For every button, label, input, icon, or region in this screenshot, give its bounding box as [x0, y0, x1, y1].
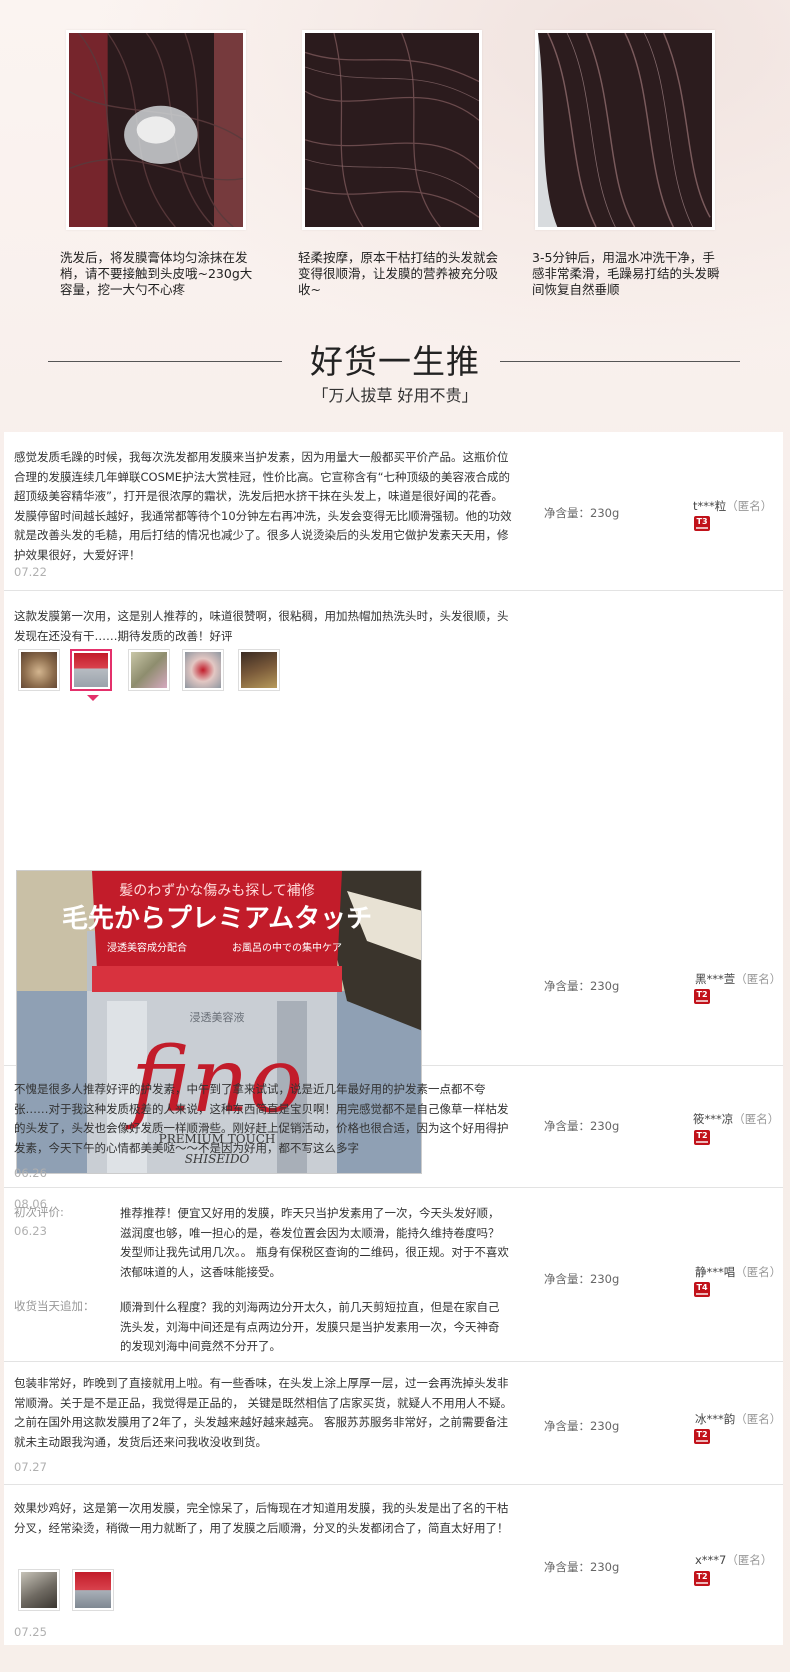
jar-top-text: 髪のわずかな傷みも探して補修	[119, 883, 315, 899]
review-spec: 净含量：230g	[544, 1560, 620, 1574]
first-review-label: 初次评价:	[14, 1205, 64, 1219]
review-spec: 净含量：230g	[544, 979, 620, 993]
reviewer-name: x***7（匿名）	[695, 1552, 772, 1568]
review-text: 包装非常好，昨晚到了直接就用上啦。有一些香味，在头发上涂上厚厚一层，过一会再洗掉…	[14, 1376, 513, 1449]
review-date: 07.22	[14, 565, 47, 579]
hair-with-cream-image	[69, 33, 243, 227]
jar-subline: 浸透美容成分配合	[107, 941, 187, 954]
review-list: 感觉发质毛躁的时候，我每次洗发都用发膜来当护发素，因为用量大一般都买平价产品。这…	[4, 432, 783, 1645]
review-item: 初次评价: 06.23 推荐推荐！便宜又好用的发膜，昨天只当护发素用了一次，今天…	[4, 1188, 783, 1362]
reviewer-nick: t***粒	[693, 499, 727, 513]
title-divider-right	[500, 361, 740, 362]
review-spec: 净含量：230g	[544, 1419, 620, 1433]
member-level-badge: T2	[694, 1130, 710, 1145]
review-date: 07.25	[14, 1625, 47, 1639]
review-item: 不愧是很多人推荐好评的护发素，中午到了拿来试试，说是近几年最好用的护发素一点都不…	[4, 1066, 783, 1188]
review-text: 效果炒鸡好，这是第一次用发膜，完全惊呆了，后悔现在才知道用发膜，我的头发是出了名…	[14, 1501, 509, 1535]
reviewer-name: 冰***韵（匿名）	[695, 1411, 781, 1427]
step3-text: 3-5分钟后，用温水冲洗干净，手感非常柔滑，毛躁易打结的头发瞬间恢复自然垂顺	[532, 250, 720, 297]
reviewer-name: 黑***萱（匿名）	[695, 971, 781, 987]
review-item: 包装非常好，昨晚到了直接就用上啦。有一些香味，在头发上涂上厚厚一层，过一会再洗掉…	[4, 1362, 783, 1485]
review-text: 不愧是很多人推荐好评的护发素，中午到了拿来试试，说是近几年最好用的护发素一点都不…	[14, 1082, 509, 1155]
review-photo-thumb[interactable]	[182, 649, 224, 691]
section-title: 好货一生推	[310, 342, 480, 381]
step2-image	[302, 30, 482, 230]
reviewer-name: 静***唱（匿名）	[695, 1264, 781, 1280]
jar-headline: 毛先からプレミアムタッチ	[62, 904, 372, 934]
review-photo-thumb-selected[interactable]	[70, 649, 112, 691]
anonymous-label: （匿名）	[735, 1265, 782, 1279]
review-date: 06.23	[14, 1224, 47, 1238]
member-level-badge: T4	[694, 1282, 710, 1297]
review-item: 这款发膜第一次用，这是别人推荐的，味道很赞啊，很粘稠，用加热帽加热洗头时，头发很…	[4, 591, 783, 1211]
member-level-badge: T3	[694, 516, 710, 531]
review-spec: 净含量：230g	[544, 1272, 620, 1286]
reviewer-nick: 静***唱	[695, 1265, 736, 1279]
anonymous-label: （匿名）	[726, 499, 773, 513]
reviewer-name: t***粒（匿名）	[693, 498, 772, 514]
review-date: 06.26	[14, 1166, 47, 1180]
review-date: 07.27	[14, 1460, 47, 1474]
review-photo-thumb[interactable]	[238, 649, 280, 691]
member-level-badge: T2	[694, 1429, 710, 1444]
review-text: 感觉发质毛躁的时候，我每次洗发都用发膜来当护发素，因为用量大一般都买平价产品。这…	[14, 450, 512, 562]
review-text: 推荐推荐！便宜又好用的发膜，昨天只当护发素用了一次，今天头发好顺，滋润度也够，唯…	[120, 1206, 509, 1279]
jar-subline-right: お風呂の中での集中ケア	[232, 941, 342, 954]
review-item: 效果炒鸡好，这是第一次用发膜，完全惊呆了，后悔现在才知道用发膜，我的头发是出了名…	[4, 1485, 783, 1645]
review-photo-thumb[interactable]	[128, 649, 170, 691]
reviewer-nick: 黑***萱	[695, 972, 736, 986]
review-photo-thumb[interactable]	[72, 1569, 114, 1611]
jar-tag: 浸透美容液	[190, 1010, 245, 1024]
selected-thumb-indicator	[87, 695, 99, 701]
review-item: 感觉发质毛躁的时候，我每次洗发都用发膜来当护发素，因为用量大一般都买平价产品。这…	[4, 432, 783, 591]
reviewer-nick: 筱***凉	[693, 1112, 734, 1126]
hair-massage-image	[305, 33, 479, 227]
append-review-text: 顺滑到什么程度？我的刘海两边分开太久，前几天剪短拉直，但是在家自己洗头发，刘海中…	[120, 1300, 500, 1353]
anonymous-label: （匿名）	[726, 1553, 773, 1567]
review-text: 这款发膜第一次用，这是别人推荐的，味道很赞啊，很粘稠，用加热帽加热洗头时，头发很…	[14, 609, 509, 643]
review-spec: 净含量：230g	[544, 506, 620, 520]
title-divider-left	[48, 361, 282, 362]
review-photo-thumb[interactable]	[18, 649, 60, 691]
step3-image	[535, 30, 715, 230]
anonymous-label: （匿名）	[733, 1112, 780, 1126]
step2-text: 轻柔按摩，原本干枯打结的头发就会变得很顺滑，让发膜的营养被充分吸收~	[298, 250, 499, 297]
step1-image	[66, 30, 246, 230]
section-subtitle: 「万人拔草 好用不贵」	[312, 386, 478, 405]
review-spec: 净含量：230g	[544, 1119, 620, 1133]
reviewer-nick: x***7	[695, 1553, 727, 1567]
member-level-badge: T2	[694, 989, 710, 1004]
step1-text: 洗发后，将发膜膏体均匀涂抹在发梢，请不要接触到头皮哦~230g大容量，挖一大勺不…	[60, 250, 253, 297]
anonymous-label: （匿名）	[735, 1412, 782, 1426]
anonymous-label: （匿名）	[735, 972, 782, 986]
reviewer-nick: 冰***韵	[695, 1412, 736, 1426]
reviewer-name: 筱***凉（匿名）	[693, 1111, 779, 1127]
smooth-hair-image	[538, 33, 712, 227]
member-level-badge: T2	[694, 1571, 710, 1586]
append-review-label: 收货当天追加：	[14, 1299, 95, 1313]
review-photo-thumb[interactable]	[18, 1569, 60, 1611]
